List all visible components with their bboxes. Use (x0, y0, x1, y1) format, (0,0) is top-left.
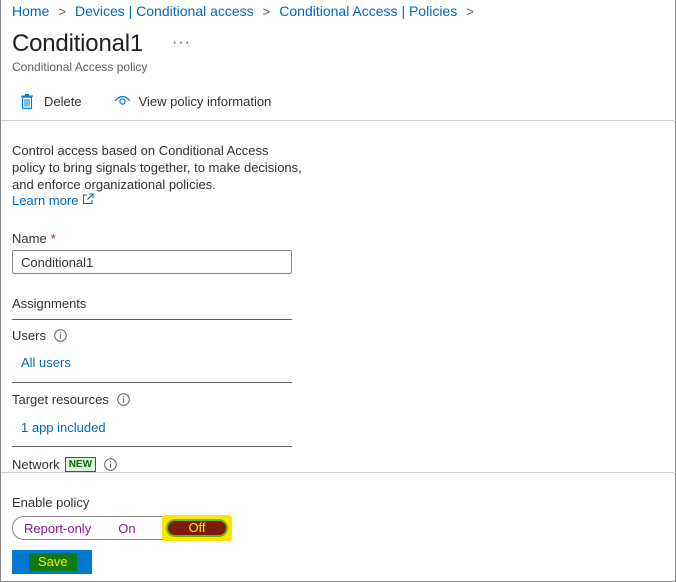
network-field-label: Network NEW (12, 457, 117, 472)
required-marker: * (50, 231, 56, 246)
enable-policy-label: Enable policy (12, 495, 90, 510)
report-only-option[interactable]: Report-only (24, 521, 91, 536)
page-title: Conditional1 (12, 30, 144, 57)
delete-button[interactable]: Delete (21, 94, 82, 109)
breadcrumb-devices-conditional-access[interactable]: Devices | Conditional access (75, 3, 254, 19)
users-value-link[interactable]: All users (21, 355, 71, 370)
breadcrumb-separator: > (58, 3, 66, 19)
target-resources-value-link[interactable]: 1 app included (21, 420, 106, 435)
breadcrumb: Home > Devices | Conditional access > Co… (12, 2, 483, 20)
breadcrumb-separator: > (262, 3, 271, 19)
users-field-label: Users (12, 328, 67, 343)
info-icon[interactable] (104, 458, 117, 471)
network-label: Network (12, 457, 60, 472)
footer-divider (1, 472, 676, 473)
target-resources-label: Target resources (12, 392, 109, 407)
command-bar: Delete View policy information (21, 94, 271, 109)
enable-policy-toggle: Report-only On Off (12, 515, 232, 541)
off-option[interactable]: Off (162, 515, 232, 541)
info-icon[interactable] (117, 393, 130, 406)
save-button[interactable]: Save (12, 550, 92, 574)
delete-label: Delete (44, 94, 82, 109)
assignments-heading: Assignments (12, 296, 87, 311)
external-link-icon (83, 193, 94, 204)
page-subtitle: Conditional Access policy (12, 60, 148, 74)
breadcrumb-separator: > (466, 3, 474, 19)
breadcrumb-conditional-access-policies[interactable]: Conditional Access | Policies (279, 3, 457, 19)
section-divider (12, 319, 292, 320)
save-label: Save (29, 553, 77, 571)
target-resources-field-label: Target resources (12, 392, 130, 407)
name-field-label: Name * (12, 231, 56, 246)
learn-more-label: Learn more (12, 193, 79, 208)
view-policy-information-label: View policy information (138, 94, 272, 109)
on-option[interactable]: On (118, 521, 135, 536)
off-option-label: Off (166, 519, 228, 537)
more-icon[interactable]: ··· (172, 34, 191, 52)
divider (1, 120, 676, 121)
eye-icon (114, 95, 131, 105)
name-input[interactable] (12, 250, 292, 274)
name-label-text: Name (12, 231, 47, 246)
view-policy-information-button[interactable]: View policy information (114, 94, 272, 109)
trash-icon (21, 94, 33, 109)
new-badge: NEW (64, 457, 97, 472)
learn-more-link[interactable]: Learn more (12, 193, 94, 208)
users-label: Users (12, 328, 46, 343)
info-icon[interactable] (54, 329, 67, 342)
policy-blade: Home > Devices | Conditional access > Co… (0, 0, 676, 582)
policy-description: Control access based on Conditional Acce… (12, 143, 302, 192)
section-divider (12, 382, 292, 383)
section-divider (12, 446, 292, 447)
breadcrumb-home[interactable]: Home (12, 3, 49, 19)
